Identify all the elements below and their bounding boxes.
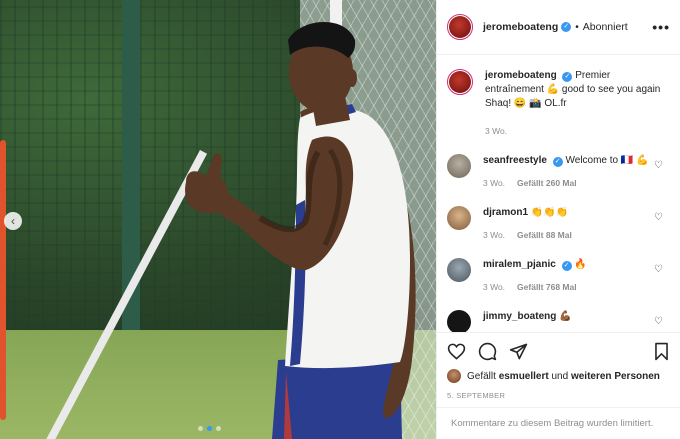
commenter-avatar[interactable] — [447, 310, 471, 332]
comment-like-count[interactable]: Gefällt 88 Mal — [517, 228, 572, 242]
verified-badge-icon: ✓ — [561, 22, 572, 32]
carousel-dot — [216, 426, 221, 431]
comment-like-heart-icon[interactable]: ♡ — [654, 264, 663, 275]
liked-by-and: und — [551, 370, 569, 382]
verified-badge-icon: ✓ — [552, 157, 563, 167]
comment-item: miralem_pjanic ✓ 🔥 3 Wo. Gefällt 768 Mal… — [437, 258, 680, 294]
liked-by-user[interactable]: esmuellert — [499, 371, 549, 382]
comment-like-heart-icon[interactable]: ♡ — [654, 212, 663, 223]
author-avatar[interactable] — [447, 14, 473, 40]
caption-username[interactable]: jeromeboateng — [485, 70, 557, 81]
comment-text: Welcome to 🇫🇷 💪 — [565, 155, 649, 166]
verified-badge-icon: ✓ — [562, 72, 573, 82]
more-horizontal-icon[interactable]: ••• — [652, 19, 670, 35]
comment-item: djramon1 👏👏👏 3 Wo. Gefällt 88 Mal ♡ — [437, 206, 680, 242]
commenter-username[interactable]: miralem_pjanic — [483, 259, 556, 270]
carousel-dot-active — [207, 426, 212, 431]
commenter-username[interactable]: seanfreestyle — [483, 155, 547, 166]
post-side-panel: jeromeboateng ✓ • Abonniert ••• jeromebo… — [436, 0, 680, 439]
author-username[interactable]: jeromeboateng — [483, 21, 558, 33]
comment-text: 🔥 — [574, 259, 587, 270]
comments-limited-notice: Kommentare zu diesem Beitrag wurden limi… — [437, 407, 680, 439]
commenter-username[interactable]: jimmy_boateng — [483, 311, 556, 322]
comment-time[interactable]: 3 Wo. — [483, 228, 505, 242]
comment-time[interactable]: 3 Wo. — [483, 280, 505, 294]
carousel-dot — [198, 426, 203, 431]
caption-time[interactable]: 3 Wo. — [485, 124, 507, 138]
commenter-username[interactable]: djramon1 — [483, 207, 528, 218]
commenter-avatar[interactable] — [447, 154, 471, 178]
carousel-prev-button[interactable]: ‹ — [4, 212, 22, 230]
like-heart-icon[interactable] — [447, 342, 466, 361]
comment-bubble-icon[interactable] — [478, 342, 497, 361]
liker-avatar[interactable] — [447, 369, 461, 383]
liked-by-prefix: Gefällt — [467, 370, 496, 382]
comment-text: 👏👏👏 — [530, 207, 569, 218]
post-actions: Gefällt esmuellert und weiteren Personen… — [437, 332, 680, 400]
post-date[interactable]: 5. SEPTEMBER — [447, 391, 671, 400]
comment-like-heart-icon[interactable]: ♡ — [654, 316, 663, 327]
comment-text: 💪🏾 — [559, 311, 572, 322]
post-header: jeromeboateng ✓ • Abonniert ••• — [437, 0, 680, 55]
share-send-icon[interactable] — [509, 342, 528, 361]
follow-status-button[interactable]: Abonniert — [583, 21, 628, 33]
comment-like-count[interactable]: Gefällt 260 Mal — [517, 176, 577, 190]
comments-list[interactable]: jeromeboateng ✓ Premier entraînement 💪 g… — [437, 56, 680, 332]
commenter-avatar[interactable] — [447, 206, 471, 230]
carousel-indicator — [198, 426, 221, 431]
post-photo[interactable]: ‹ — [0, 0, 436, 439]
comment-like-heart-icon[interactable]: ♡ — [654, 160, 663, 171]
comment-item: seanfreestyle ✓ Welcome to 🇫🇷 💪 3 Wo. Ge… — [437, 154, 680, 190]
verified-badge-icon: ✓ — [561, 261, 572, 271]
comment-item: jimmy_boateng 💪🏾 ♡ — [437, 310, 680, 332]
bookmark-icon[interactable] — [652, 342, 671, 361]
instagram-post-view: ‹ jeromeboateng ✓ • Abonniert ••• jerome… — [0, 0, 680, 439]
comment-time[interactable]: 3 Wo. — [483, 176, 505, 190]
post-caption: jeromeboateng ✓ Premier entraînement 💪 g… — [437, 69, 680, 138]
header-separator: • — [575, 21, 579, 33]
liked-by-others-link[interactable]: weiteren Personen — [571, 371, 660, 382]
player-figure — [185, 21, 416, 439]
comment-like-count[interactable]: Gefällt 768 Mal — [517, 280, 577, 294]
caption-avatar[interactable] — [447, 69, 473, 95]
liked-by-summary: Gefällt esmuellert und weiteren Personen — [447, 369, 671, 383]
commenter-avatar[interactable] — [447, 258, 471, 282]
